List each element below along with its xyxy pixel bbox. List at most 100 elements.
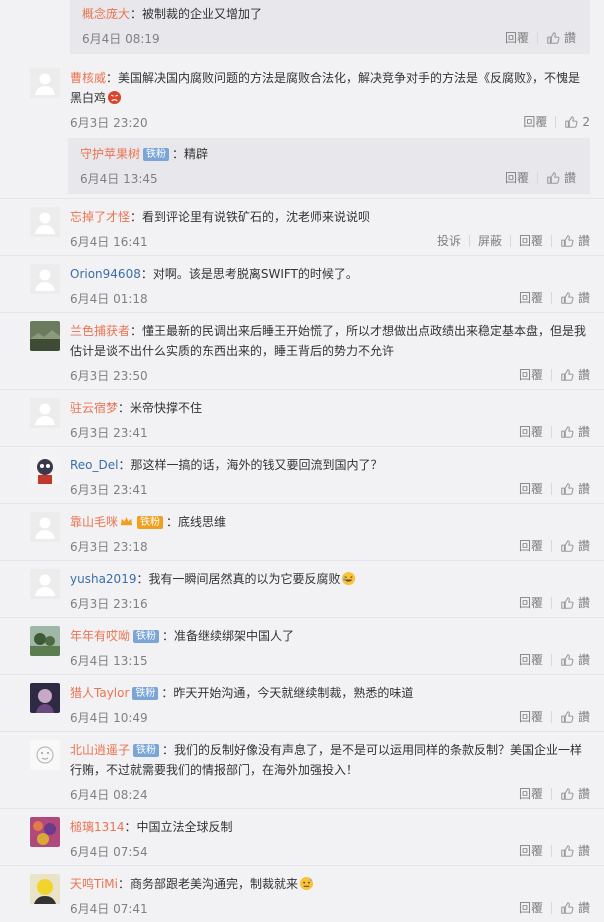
user-name-link[interactable]: 守护苹果树 bbox=[80, 147, 140, 161]
comment-content: ：我有一瞬间居然真的以为它要反腐败 bbox=[136, 572, 341, 586]
like-button[interactable]: 讚 bbox=[552, 707, 590, 727]
reply-button[interactable]: 回覆 bbox=[511, 593, 551, 613]
avatar[interactable] bbox=[30, 740, 60, 770]
user-name-link[interactable]: 概念庞大 bbox=[82, 7, 130, 21]
user-name-link[interactable]: 兰色捕获者 bbox=[70, 324, 130, 338]
reply-button[interactable]: 回覆 bbox=[511, 231, 551, 251]
like-button[interactable]: 讚 bbox=[552, 422, 590, 442]
comment-meta: 6月4日 13:15 回覆 讚 bbox=[70, 650, 590, 670]
sweat-face-emoji-icon bbox=[299, 876, 314, 891]
user-name-link[interactable]: 年年有哎呦 bbox=[70, 629, 130, 643]
like-button[interactable]: 讚 bbox=[538, 168, 576, 188]
comment-content: ：对啊。该是思考脱离SWIFT的时候了。 bbox=[140, 267, 358, 281]
sketch-avatar-icon bbox=[30, 740, 60, 770]
reply-button[interactable]: 回覆 bbox=[511, 365, 551, 385]
timestamp: 6月3日 23:41 bbox=[70, 426, 148, 440]
nested-reply: 守护苹果树 铁粉 ：精辟 6月4日 13:45 回覆 讚 bbox=[68, 138, 590, 194]
reply-button[interactable]: 回覆 bbox=[511, 536, 551, 556]
avatar[interactable] bbox=[30, 321, 60, 351]
reply-text: 概念庞大：被制裁的企业又增加了 bbox=[82, 4, 576, 24]
like-label: 讚 bbox=[577, 368, 590, 382]
timestamp: 6月3日 23:20 bbox=[70, 116, 148, 130]
like-label: 讚 bbox=[577, 291, 590, 305]
like-button[interactable]: 2 bbox=[556, 112, 590, 132]
like-button[interactable]: 讚 bbox=[552, 841, 590, 861]
thumbs-up-icon bbox=[561, 540, 574, 552]
comment-item: 北山逍遥子 铁粉 ：我们的反制好像没有声息了，是不是可以运用同样的条款反制？美国企业… bbox=[0, 731, 604, 808]
user-name-link[interactable]: yusha2019 bbox=[70, 572, 136, 586]
like-button[interactable]: 讚 bbox=[538, 28, 576, 48]
user-name-link[interactable]: 槌璃1314 bbox=[70, 820, 125, 834]
user-name-link[interactable]: 曹核威 bbox=[70, 71, 106, 85]
comment-content: ：昨天开始沟通，今天就继续制裁，熟悉的味道 bbox=[161, 686, 414, 700]
gold-iron-fan-badge: 铁粉 bbox=[137, 516, 164, 529]
block-button[interactable]: 屏蔽 bbox=[470, 231, 510, 251]
comment-meta: 6月4日 16:41 投诉 屏蔽 回覆 讚 bbox=[70, 231, 590, 251]
like-button[interactable]: 讚 bbox=[552, 365, 590, 385]
user-name-link[interactable]: 北山逍遥子 bbox=[70, 743, 130, 757]
reply-content: ：被制裁的企业又增加了 bbox=[130, 7, 263, 21]
report-button[interactable]: 投诉 bbox=[429, 231, 469, 251]
avatar[interactable] bbox=[30, 455, 60, 485]
thumbs-up-icon bbox=[547, 32, 560, 44]
reply-button[interactable]: 回覆 bbox=[497, 168, 537, 188]
like-button[interactable]: 讚 bbox=[552, 784, 590, 804]
user-name-link[interactable]: Orion94608 bbox=[70, 267, 141, 281]
user-name-link[interactable]: 猎人Taylor bbox=[70, 686, 129, 700]
avatar[interactable] bbox=[30, 683, 60, 713]
like-label: 讚 bbox=[577, 710, 590, 724]
comment-item: 槌璃1314：中国立法全球反制 6月4日 07:54 回覆 讚 bbox=[0, 808, 604, 865]
reply-button[interactable]: 回覆 bbox=[511, 422, 551, 442]
reply-button[interactable]: 回覆 bbox=[515, 112, 555, 132]
like-button[interactable]: 讚 bbox=[552, 479, 590, 499]
reply-button[interactable]: 回覆 bbox=[511, 479, 551, 499]
avatar[interactable] bbox=[30, 817, 60, 847]
like-button[interactable]: 讚 bbox=[552, 650, 590, 670]
avatar[interactable] bbox=[30, 569, 60, 599]
reply-meta: 6月4日 08:19 回覆 讚 bbox=[82, 28, 576, 48]
timestamp: 6月3日 23:18 bbox=[70, 540, 148, 554]
user-name-link[interactable]: 天鸣TiMi bbox=[70, 877, 118, 891]
like-button[interactable]: 讚 bbox=[552, 288, 590, 308]
comment-item: 靠山毛咪 铁粉 ：底线思维 6月3日 23:18 回覆 讚 bbox=[0, 503, 604, 560]
comment-item: 天鸣TiMi：商务部跟老美沟通完，制裁就来 6月4日 07:41 回覆 讚 bbox=[0, 865, 604, 922]
timestamp: 6月4日 01:18 bbox=[70, 292, 148, 306]
avatar[interactable] bbox=[30, 874, 60, 904]
avatar[interactable] bbox=[30, 68, 60, 98]
reply-button[interactable]: 回覆 bbox=[511, 707, 551, 727]
reply-button[interactable]: 回覆 bbox=[511, 784, 551, 804]
like-label: 讚 bbox=[577, 844, 590, 858]
iron-fan-badge: 铁粉 bbox=[133, 744, 160, 757]
user-name-link[interactable]: 驻云宿梦 bbox=[70, 401, 118, 415]
comment-meta: 6月3日 23:50 回覆 讚 bbox=[70, 365, 590, 385]
thumbs-up-icon bbox=[561, 369, 574, 381]
avatar[interactable] bbox=[30, 207, 60, 237]
angry-face-emoji-icon bbox=[107, 90, 122, 105]
like-button[interactable]: 讚 bbox=[552, 231, 590, 251]
comment-text: 曹核威：美国解决国内腐败问题的方法是腐败合法化，解决竞争对手的方法是《反腐败》，… bbox=[70, 68, 590, 108]
avatar[interactable] bbox=[30, 512, 60, 542]
like-button[interactable]: 讚 bbox=[552, 536, 590, 556]
timestamp: 6月4日 07:54 bbox=[70, 845, 148, 859]
like-button[interactable]: 讚 bbox=[552, 593, 590, 613]
user-name-link[interactable]: 靠山毛咪 bbox=[70, 515, 118, 529]
like-button[interactable]: 讚 bbox=[552, 898, 590, 918]
avatar[interactable] bbox=[30, 398, 60, 428]
timestamp: 6月4日 08:24 bbox=[70, 788, 148, 802]
reply-button[interactable]: 回覆 bbox=[511, 898, 551, 918]
reply-button[interactable]: 回覆 bbox=[511, 841, 551, 861]
user-name-link[interactable]: 忘掉了才怪 bbox=[70, 210, 130, 224]
comment-text: 猎人Taylor 铁粉 ：昨天开始沟通，今天就继续制裁，熟悉的味道 bbox=[70, 683, 590, 703]
reply-meta: 6月4日 13:45 回覆 讚 bbox=[80, 168, 576, 188]
reply-button[interactable]: 回覆 bbox=[511, 288, 551, 308]
avatar[interactable] bbox=[30, 626, 60, 656]
reply-button[interactable]: 回覆 bbox=[497, 28, 537, 48]
reply-button[interactable]: 回覆 bbox=[511, 650, 551, 670]
timestamp: 6月4日 10:49 bbox=[70, 711, 148, 725]
cartoon-character-avatar-icon bbox=[30, 455, 60, 485]
comment-meta: 6月3日 23:41 回覆 讚 bbox=[70, 422, 590, 442]
avatar[interactable] bbox=[30, 264, 60, 294]
user-name-link[interactable]: Reo_Del bbox=[70, 458, 118, 472]
default-avatar-icon bbox=[30, 398, 60, 428]
comment-item: Reo_Del：那这样一搞的话，海外的钱又要回流到国内了？ 6月3日 23:41… bbox=[0, 446, 604, 503]
